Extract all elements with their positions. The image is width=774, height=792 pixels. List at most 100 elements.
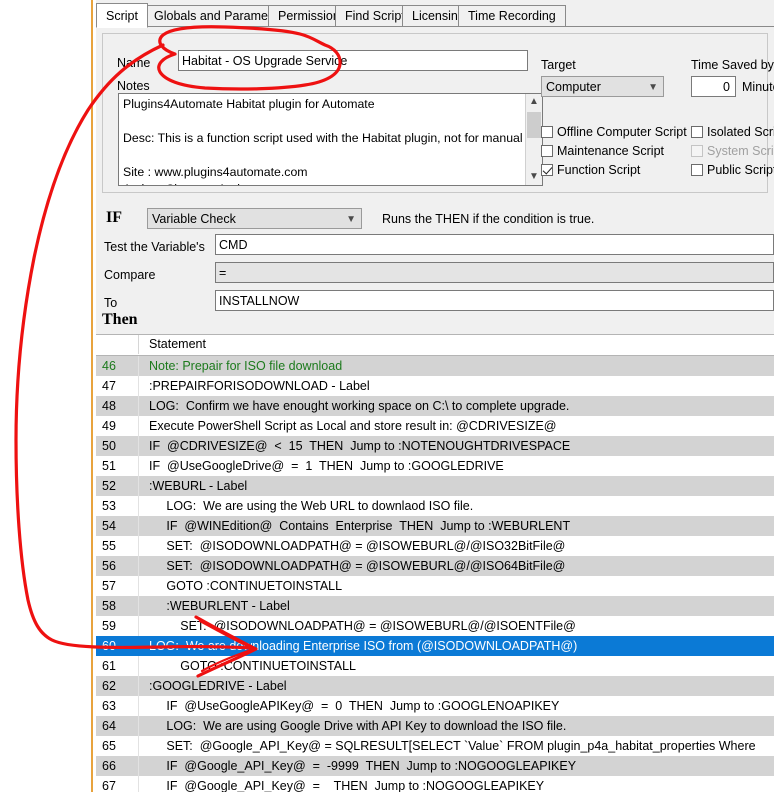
target-select[interactable]: Computer ▼ [541, 76, 664, 97]
statement-row-67[interactable]: 67 IF @Google_API_Key@ = THEN Jump to :N… [96, 776, 774, 792]
statement-text: :GOOGLEDRIVE - Label [139, 676, 287, 696]
condition-type-value: Variable Check [152, 212, 236, 226]
notes-label: Notes [117, 79, 150, 93]
statement-row-64[interactable]: 64 LOG: We are using Google Drive with A… [96, 716, 774, 736]
statement-line-number: 58 [96, 596, 139, 616]
target-select-value: Computer [546, 80, 601, 94]
statement-row-58[interactable]: 58 :WEBURLENT - Label [96, 596, 774, 616]
statement-text: SET: @ISODOWNLOADPATH@ = @ISOWEBURL@/@IS… [139, 616, 576, 636]
statement-text: SET: @Google_API_Key@ = SQLRESULT[SELECT… [139, 736, 756, 756]
statement-text: SET: @ISODOWNLOADPATH@ = @ISOWEBURL@/@IS… [139, 556, 565, 576]
statement-row-47[interactable]: 47:PREPAIRFORISODOWNLOAD - Label [96, 376, 774, 396]
statement-grid-header: Statement [96, 335, 774, 356]
statement-line-number: 64 [96, 716, 139, 736]
left-gutter [0, 0, 91, 792]
statement-line-number: 50 [96, 436, 139, 456]
statement-line-number: 53 [96, 496, 139, 516]
statement-row-49[interactable]: 49Execute PowerShell Script as Local and… [96, 416, 774, 436]
statement-line-number: 49 [96, 416, 139, 436]
scrollbar-thumb[interactable] [527, 112, 541, 138]
scroll-up-icon[interactable]: ▲ [526, 94, 542, 110]
statement-text: GOTO :CONTINUETOINSTALL [139, 576, 342, 596]
statement-row-51[interactable]: 51IF @UseGoogleDrive@ = 1 THEN Jump to :… [96, 456, 774, 476]
statement-text: LOG: Confirm we have enought working spa… [139, 396, 569, 416]
script-properties-panel: Name Habitat - OS Upgrade Service Notes … [102, 33, 768, 193]
statement-line-number: 65 [96, 736, 139, 756]
statement-row-62[interactable]: 62:GOOGLEDRIVE - Label [96, 676, 774, 696]
tab-script[interactable]: Script [96, 3, 148, 28]
statement-row-50[interactable]: 50IF @CDRIVESIZE@ < 15 THEN Jump to :NOT… [96, 436, 774, 456]
statement-row-46[interactable]: 46Note: Prepair for ISO file download [96, 356, 774, 376]
statement-text: SET: @ISODOWNLOADPATH@ = @ISOWEBURL@/@IS… [139, 536, 565, 556]
statement-row-61[interactable]: 61 GOTO :CONTINUETOINSTALL [96, 656, 774, 676]
name-input[interactable]: Habitat - OS Upgrade Service [178, 50, 528, 71]
statement-row-63[interactable]: 63 IF @UseGoogleAPIKey@ = 0 THEN Jump to… [96, 696, 774, 716]
statement-rows: 46Note: Prepair for ISO file download47:… [96, 356, 774, 792]
checkbox-label: Offline Computer Script [557, 125, 687, 139]
statement-row-56[interactable]: 56 SET: @ISODOWNLOADPATH@ = @ISOWEBURL@/… [96, 556, 774, 576]
chevron-down-icon: ▼ [648, 77, 658, 97]
statement-text: IF @CDRIVESIZE@ < 15 THEN Jump to :NOTEN… [139, 436, 570, 456]
time-saved-label: Time Saved by Au [691, 58, 774, 72]
script-editor-window: Script Globals and Parameters Permission… [96, 0, 774, 792]
statement-line-number: 46 [96, 356, 139, 376]
statement-row-65[interactable]: 65 SET: @Google_API_Key@ = SQLRESULT[SEL… [96, 736, 774, 756]
chevron-down-icon: ▼ [346, 209, 356, 229]
statement-text: LOG: We are using Google Drive with API … [139, 716, 566, 736]
statement-row-59[interactable]: 59 SET: @ISODOWNLOADPATH@ = @ISOWEBURL@/… [96, 616, 774, 636]
statement-row-60[interactable]: 60LOG: We are downloading Enterprise ISO… [96, 636, 774, 656]
compare-input[interactable]: = [215, 262, 774, 283]
checkbox-label: System Script [707, 144, 774, 158]
checkbox-label: Maintenance Script [557, 144, 664, 158]
tab-time-recording[interactable]: Time Recording [458, 5, 566, 27]
statement-text: GOTO :CONTINUETOINSTALL [139, 656, 356, 676]
if-keyword: IF [106, 209, 122, 227]
statement-grid[interactable]: Statement 46Note: Prepair for ISO file d… [96, 334, 774, 792]
test-variable-label: Test the Variable's [104, 240, 205, 254]
statement-line-number: 56 [96, 556, 139, 576]
statement-text: IF @WINEdition@ Contains Enterprise THEN… [139, 516, 570, 536]
checkbox-isolated-script[interactable]: Isolated Script [691, 125, 774, 140]
statement-row-54[interactable]: 54 IF @WINEdition@ Contains Enterprise T… [96, 516, 774, 536]
target-label: Target [541, 58, 576, 72]
column-header-statement: Statement [139, 335, 206, 354]
checkbox-maintenance-script[interactable]: Maintenance Script [541, 144, 664, 159]
statement-text: Execute PowerShell Script as Local and s… [139, 416, 557, 436]
statement-text: :WEBURLENT - Label [139, 596, 290, 616]
statement-row-48[interactable]: 48LOG: Confirm we have enought working s… [96, 396, 774, 416]
checkbox-box-icon [691, 164, 703, 176]
checkbox-box-icon [541, 145, 553, 157]
statement-line-number: 67 [96, 776, 139, 792]
statement-line-number: 47 [96, 376, 139, 396]
checkbox-box-icon [691, 145, 703, 157]
statement-row-66[interactable]: 66 IF @Google_API_Key@ = -9999 THEN Jump… [96, 756, 774, 776]
statement-line-number: 59 [96, 616, 139, 636]
statement-text: LOG: We are downloading Enterprise ISO f… [139, 636, 577, 656]
checkbox-offline-computer-script[interactable]: Offline Computer Script [541, 125, 687, 140]
checkbox-public-script[interactable]: Public Script [691, 163, 774, 178]
name-label: Name [117, 56, 150, 70]
notes-textarea[interactable]: Plugins4Automate Habitat plugin for Auto… [118, 93, 543, 186]
minutes-label: Minutes [742, 80, 774, 94]
tab-strip: Script Globals and Parameters Permission… [96, 3, 774, 27]
then-keyword: Then [102, 311, 138, 329]
statement-line-number: 54 [96, 516, 139, 536]
checkbox-box-icon [691, 126, 703, 138]
orange-divider [91, 0, 93, 792]
checkbox-function-script[interactable]: Function Script [541, 163, 640, 178]
column-header-line-number [96, 335, 139, 354]
time-saved-input[interactable]: 0 [691, 76, 736, 97]
condition-type-select[interactable]: Variable Check ▼ [147, 208, 362, 229]
statement-row-55[interactable]: 55 SET: @ISODOWNLOADPATH@ = @ISOWEBURL@/… [96, 536, 774, 556]
statement-row-57[interactable]: 57 GOTO :CONTINUETOINSTALL [96, 576, 774, 596]
statement-row-53[interactable]: 53 LOG: We are using the Web URL to down… [96, 496, 774, 516]
statement-line-number: 62 [96, 676, 139, 696]
checkbox-system-script: System Script [691, 144, 774, 159]
test-variable-input[interactable]: CMD [215, 234, 774, 255]
scroll-down-icon[interactable]: ▼ [526, 169, 542, 185]
to-input[interactable]: INSTALLNOW [215, 290, 774, 311]
statement-text: IF @UseGoogleDrive@ = 1 THEN Jump to :GO… [139, 456, 504, 476]
to-label: To [104, 296, 117, 310]
statement-row-52[interactable]: 52:WEBURL - Label [96, 476, 774, 496]
notes-scrollbar[interactable]: ▲ ▼ [525, 94, 542, 185]
